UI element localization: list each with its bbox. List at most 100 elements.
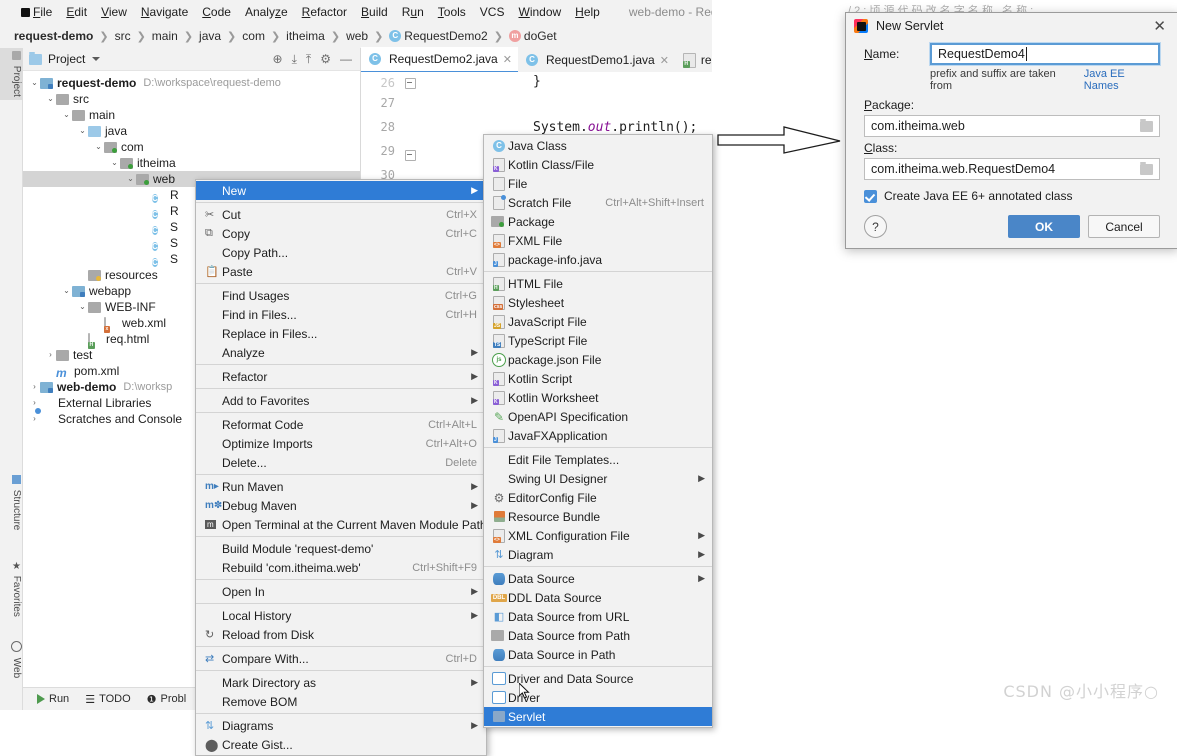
folder-browse-icon[interactable] [1140,118,1153,132]
folder-browse-icon[interactable] [1140,161,1153,175]
context-menu-item-cut[interactable]: ✂ Cut Ctrl+X [196,205,486,224]
new-submenu-item-data-source[interactable]: Data Source ▶ [484,569,712,588]
menu-file[interactable]: File [26,3,59,21]
new-submenu-item-data-source-in-path[interactable]: Data Source in Path [484,645,712,664]
menu-code[interactable]: Code [195,3,238,21]
chevron-down-icon[interactable]: ⌄ [61,107,72,123]
context-menu-item-mark-directory-as[interactable]: Mark Directory as ▶ [196,673,486,692]
context-menu-item-analyze[interactable]: Analyze ▶ [196,343,486,362]
chevron-down-icon[interactable]: ⌄ [29,75,40,91]
context-menu-item-optimize-imports[interactable]: Optimize Imports Ctrl+Alt+O [196,434,486,453]
status-run[interactable]: Run [37,693,69,705]
new-submenu-item-xml-configuration-file[interactable]: <> XML Configuration File ▶ [484,526,712,545]
sidebar-item-structure[interactable]: Structure [0,472,22,533]
tree-item-com[interactable]: ⌄ com [23,139,360,155]
package-input[interactable]: com.itheima.web [864,115,1160,137]
menu-analyze[interactable]: Analyze [238,3,295,21]
context-menu-item-open-in[interactable]: Open In ▶ [196,582,486,601]
context-menu-item-copy[interactable]: ⧉ Copy Ctrl+C [196,224,486,243]
sidebar-item-web[interactable]: Web [0,638,22,681]
status-todo[interactable]: ☰ TODO [85,693,130,706]
code-fold-icon[interactable] [405,150,416,161]
menu-build[interactable]: Build [354,3,395,21]
context-menu-item-new[interactable]: New ▶ [196,181,486,200]
new-submenu-item-fxml-file[interactable]: <> FXML File [484,231,712,250]
breadcrumb-item-java[interactable]: java [199,29,221,43]
new-submenu-item-diagram[interactable]: ⇅ Diagram ▶ [484,545,712,564]
new-submenu-item-edit-file-templates[interactable]: Edit File Templates... [484,450,712,469]
context-menu-item-replace-in-files[interactable]: Replace in Files... [196,324,486,343]
menu-refactor[interactable]: Refactor [295,3,354,21]
new-submenu-item-kotlin-script[interactable]: K Kotlin Script [484,369,712,388]
breadcrumb-item-main[interactable]: main [152,29,178,43]
new-submenu-item-kotlin-class-file[interactable]: K Kotlin Class/File [484,155,712,174]
chevron-down-icon[interactable]: ⌄ [61,283,72,299]
context-menu-item-refactor[interactable]: Refactor ▶ [196,367,486,386]
new-submenu-item-stylesheet[interactable]: css Stylesheet [484,293,712,312]
breadcrumb-item-method[interactable]: doGet [524,29,557,43]
breadcrumb-item-itheima[interactable]: itheima [286,29,325,43]
context-menu-item-find-usages[interactable]: Find Usages Ctrl+G [196,286,486,305]
breadcrumb-item-web[interactable]: web [346,29,368,43]
chevron-down-icon[interactable]: ⌄ [93,139,104,155]
new-submenu-item-editorconfig-file[interactable]: ⚙ EditorConfig File [484,488,712,507]
context-menu-item-diagrams[interactable]: ⇅ Diagrams ▶ [196,716,486,735]
breadcrumb-item-com[interactable]: com [242,29,265,43]
chevron-down-icon[interactable]: ⌄ [109,155,120,171]
code-fold-icon[interactable] [405,78,416,89]
context-menu-item-run-maven[interactable]: m▸ Run Maven ▶ [196,477,486,496]
new-submenu[interactable]: C Java Class K Kotlin Class/File File Scratch… [483,134,713,728]
new-submenu-item-javafxapplication[interactable]: J JavaFXApplication [484,426,712,445]
tree-item-request-demo[interactable]: ⌄ request-demo D:\workspace\request-demo [23,75,360,91]
new-submenu-item-servlet[interactable]: Servlet [484,707,712,726]
close-icon[interactable]: ✕ [660,54,669,67]
new-submenu-item-data-source-from-url[interactable]: ◧ Data Source from URL [484,607,712,626]
context-menu-item-reload-from-disk[interactable]: ↻ Reload from Disk [196,625,486,644]
new-submenu-item-html-file[interactable]: H HTML File [484,274,712,293]
collapse-all-icon[interactable]: ⤒ [306,52,311,67]
context-menu-item-delete[interactable]: Delete... Delete [196,453,486,472]
context-menu-item-add-to-favorites[interactable]: Add to Favorites ▶ [196,391,486,410]
context-menu-item-debug-maven[interactable]: m✽ Debug Maven ▶ [196,496,486,515]
new-submenu-item-ddl-data-source[interactable]: DBL DDL Data Source [484,588,712,607]
gear-icon[interactable]: ⚙ [320,52,331,66]
tab-requestdemo1[interactable]: C RequestDemo1.java ✕ [518,48,675,72]
chevron-right-icon[interactable]: › [29,379,40,395]
new-submenu-item-javascript-file[interactable]: JS JavaScript File [484,312,712,331]
context-menu-item-build-module-request-demo[interactable]: Build Module 'request-demo' [196,539,486,558]
new-submenu-item-java-class[interactable]: C Java Class [484,136,712,155]
menu-navigate[interactable]: Navigate [134,3,195,21]
annotated-class-checkbox-row[interactable]: Create Java EE 6+ annotated class [864,189,1160,203]
context-menu-item-remove-bom[interactable]: Remove BOM [196,692,486,711]
menu-edit[interactable]: Edit [59,3,94,21]
context-menu-item-paste[interactable]: 📋 Paste Ctrl+V [196,262,486,281]
context-menu-item-open-terminal-at-the-current-maven-module-path[interactable]: m Open Terminal at the Current Maven Modu… [196,515,487,534]
context-menu-item-local-history[interactable]: Local History ▶ [196,606,486,625]
expand-all-icon[interactable]: ⤓ [292,52,297,67]
new-submenu-item-file[interactable]: File [484,174,712,193]
menu-run[interactable]: Run [395,3,431,21]
annotated-class-checkbox[interactable] [864,189,877,203]
breadcrumb-item-class[interactable]: RequestDemo2 [404,29,487,43]
name-input[interactable]: RequestDemo4 [930,43,1160,65]
tree-item-itheima[interactable]: ⌄ itheima [23,155,360,171]
class-input[interactable]: com.itheima.web.RequestDemo4 [864,158,1160,180]
tab-reqhtml[interactable]: H req.htm [675,48,712,72]
new-submenu-item-swing-ui-designer[interactable]: Swing UI Designer ▶ [484,469,712,488]
menu-tools[interactable]: Tools [431,3,473,21]
new-submenu-item-package-info-java[interactable]: Jpackage-info.java [484,250,712,269]
context-menu-item-compare-with[interactable]: ⇄ Compare With... Ctrl+D [196,649,486,668]
cancel-button[interactable]: Cancel [1088,215,1160,238]
chevron-down-icon[interactable] [92,57,101,61]
chevron-down-icon[interactable]: ⌄ [77,299,88,315]
locate-icon[interactable]: ⊕ [273,52,283,66]
new-submenu-item-scratch-file[interactable]: Scratch File Ctrl+Alt+Shift+Insert [484,193,712,212]
tree-item-main[interactable]: ⌄ main [23,107,360,123]
tree-item-src[interactable]: ⌄ src [23,91,360,107]
menu-help[interactable]: Help [568,3,607,21]
close-icon[interactable]: ✕ [503,53,512,66]
sidebar-item-project[interactable]: Project [0,48,22,100]
ok-button[interactable]: OK [1008,215,1080,238]
chevron-down-icon[interactable]: ⌄ [77,123,88,139]
new-submenu-item-resource-bundle[interactable]: Resource Bundle [484,507,712,526]
